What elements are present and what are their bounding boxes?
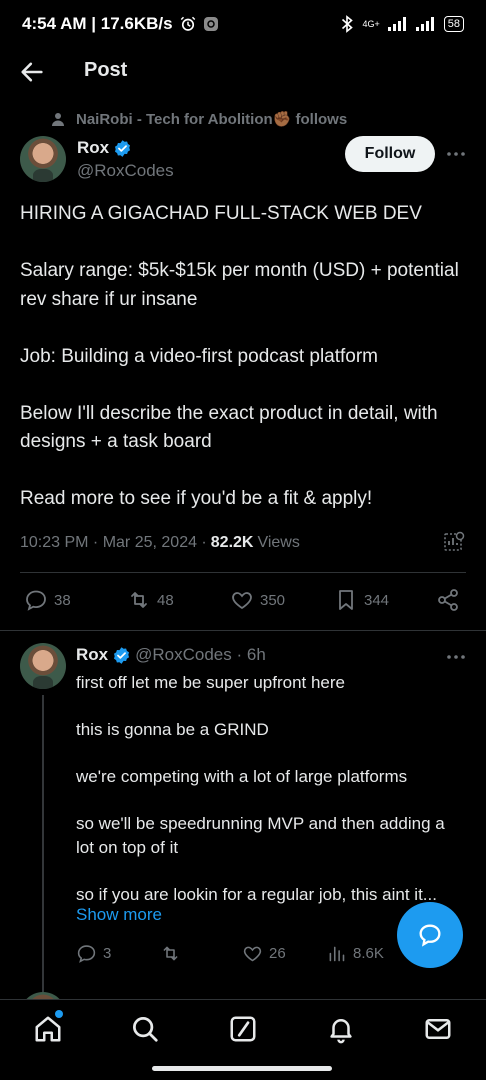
- post-text: HIRING A GIGACHAD FULL-STACK WEB DEV Sal…: [20, 200, 466, 542]
- bluetooth-icon: [342, 15, 354, 33]
- top-bar: Post: [0, 48, 486, 96]
- post-paragraph: Job: Building a video-first podcast plat…: [20, 345, 379, 367]
- post-meta: 10:23 PM · Mar 25, 2024 · 82.2K Views: [20, 530, 466, 556]
- reply-paragraph: we're competing with a lot of large plat…: [76, 767, 408, 786]
- reply-author-name[interactable]: Rox: [76, 645, 108, 665]
- repost-action[interactable]: 48: [127, 588, 174, 612]
- post-paragraph: Salary range: $5k-$15k per month (USD) +…: [20, 260, 459, 310]
- app-notification-icon: [203, 17, 218, 31]
- reply-paragraph: first off let me be super upfront here: [76, 673, 345, 692]
- post-analytics-icon[interactable]: [442, 530, 466, 554]
- heart-icon: [232, 592, 252, 610]
- show-more-link[interactable]: Show more: [76, 905, 162, 925]
- messages-envelope-icon[interactable]: [423, 1014, 453, 1044]
- avatar[interactable]: [20, 136, 66, 182]
- social-context-text: NaiRobi - Tech for Abolition✊🏾 follows: [76, 111, 348, 128]
- chat-bubble-icon: [419, 924, 441, 947]
- post-timestamp[interactable]: 10:23 PM · Mar 25, 2024 ·: [20, 534, 207, 552]
- bookmark-count: 344: [364, 591, 390, 609]
- status-right: 4G+ 58: [340, 15, 464, 33]
- person-icon: [52, 113, 64, 126]
- follow-button[interactable]: Follow: [345, 136, 435, 172]
- home-notification-dot: [55, 1010, 63, 1018]
- back-arrow-icon[interactable]: [18, 58, 46, 86]
- reply-count: 3: [103, 945, 112, 962]
- reply-paragraph: so if you are lookin for a regular job, …: [76, 884, 437, 904]
- repost-icon: [163, 946, 178, 961]
- reply-paragraph: so we'll be speedrunning MVP and then ad…: [76, 814, 445, 857]
- verified-badge-icon: [114, 646, 130, 664]
- like-count: 26: [269, 945, 286, 962]
- home-indicator[interactable]: [152, 1066, 332, 1071]
- reply-handle-time[interactable]: @RoxCodes · 6h: [135, 645, 266, 665]
- post-author-row: Rox @RoxCodes Follow: [20, 136, 466, 186]
- post-paragraph: Read more to see if you'd be a fit & app…: [20, 488, 373, 509]
- like-action[interactable]: 350: [230, 588, 285, 612]
- alarm-icon: [180, 16, 195, 31]
- reply-icon: [26, 590, 46, 611]
- views-action[interactable]: 8.6K: [326, 943, 384, 964]
- share-icon: [438, 589, 458, 611]
- social-context[interactable]: NaiRobi - Tech for Abolition✊🏾 follows: [50, 110, 347, 128]
- status-time: 4:54 AM | 17.6KB/s: [22, 14, 173, 33]
- notifications-bell-icon[interactable]: [326, 1014, 356, 1044]
- reply-header: Rox @RoxCodes · 6h: [76, 645, 266, 665]
- divider: [0, 630, 486, 631]
- reply-action[interactable]: 38: [24, 588, 71, 612]
- share-action[interactable]: [436, 588, 460, 612]
- battery-indicator: 58: [443, 16, 464, 32]
- more-options-icon[interactable]: [446, 647, 466, 667]
- post-paragraph: HIRING A GIGACHAD FULL-STACK WEB DEV: [20, 203, 422, 224]
- views-label: Views: [257, 534, 300, 551]
- status-bar: 4:54 AM | 17.6KB/s 4G+ 58: [0, 0, 486, 48]
- network-type: 4G+: [362, 19, 380, 29]
- author-name-wrap[interactable]: Rox: [77, 138, 132, 158]
- like-action[interactable]: 26: [242, 943, 286, 964]
- views-count: 8.6K: [353, 945, 384, 962]
- compose-reply-button[interactable]: [397, 902, 463, 968]
- reply-count: 38: [54, 591, 71, 609]
- reply-text: first off let me be super upfront here t…: [76, 671, 466, 906]
- reply-paragraph: this is gonna be a GRIND: [76, 720, 269, 739]
- reply-icon: [77, 945, 96, 963]
- home-icon[interactable]: [33, 1014, 63, 1044]
- more-options-icon[interactable]: [446, 144, 466, 164]
- grok-icon[interactable]: [228, 1014, 258, 1044]
- thread-line: [42, 695, 44, 1035]
- post-paragraph: Below I'll describe the exact product in…: [20, 402, 438, 453]
- page-title: Post: [84, 59, 128, 81]
- verified-badge-icon: [115, 139, 131, 157]
- divider: [20, 572, 466, 573]
- like-count: 350: [260, 591, 286, 609]
- bookmark-icon: [339, 590, 353, 610]
- author-name: Rox: [77, 138, 110, 157]
- avatar[interactable]: [20, 643, 66, 689]
- post-actions: 38 48 350 344: [20, 588, 466, 616]
- views-count: 82.2K: [210, 534, 254, 551]
- repost-icon: [131, 592, 147, 608]
- signal-icon: [387, 17, 406, 31]
- search-icon[interactable]: [130, 1014, 160, 1044]
- heart-icon: [243, 946, 262, 962]
- repost-action[interactable]: [160, 943, 181, 964]
- bottom-nav: [0, 999, 486, 1057]
- signal-icon-2: [415, 17, 434, 31]
- author-handle[interactable]: @RoxCodes: [77, 161, 174, 181]
- views-bar-chart-icon: [329, 946, 345, 962]
- repost-count: 48: [157, 591, 174, 609]
- bookmark-action[interactable]: 344: [334, 588, 389, 612]
- status-left: 4:54 AM | 17.6KB/s: [22, 14, 219, 34]
- reply-action[interactable]: 3: [76, 943, 111, 964]
